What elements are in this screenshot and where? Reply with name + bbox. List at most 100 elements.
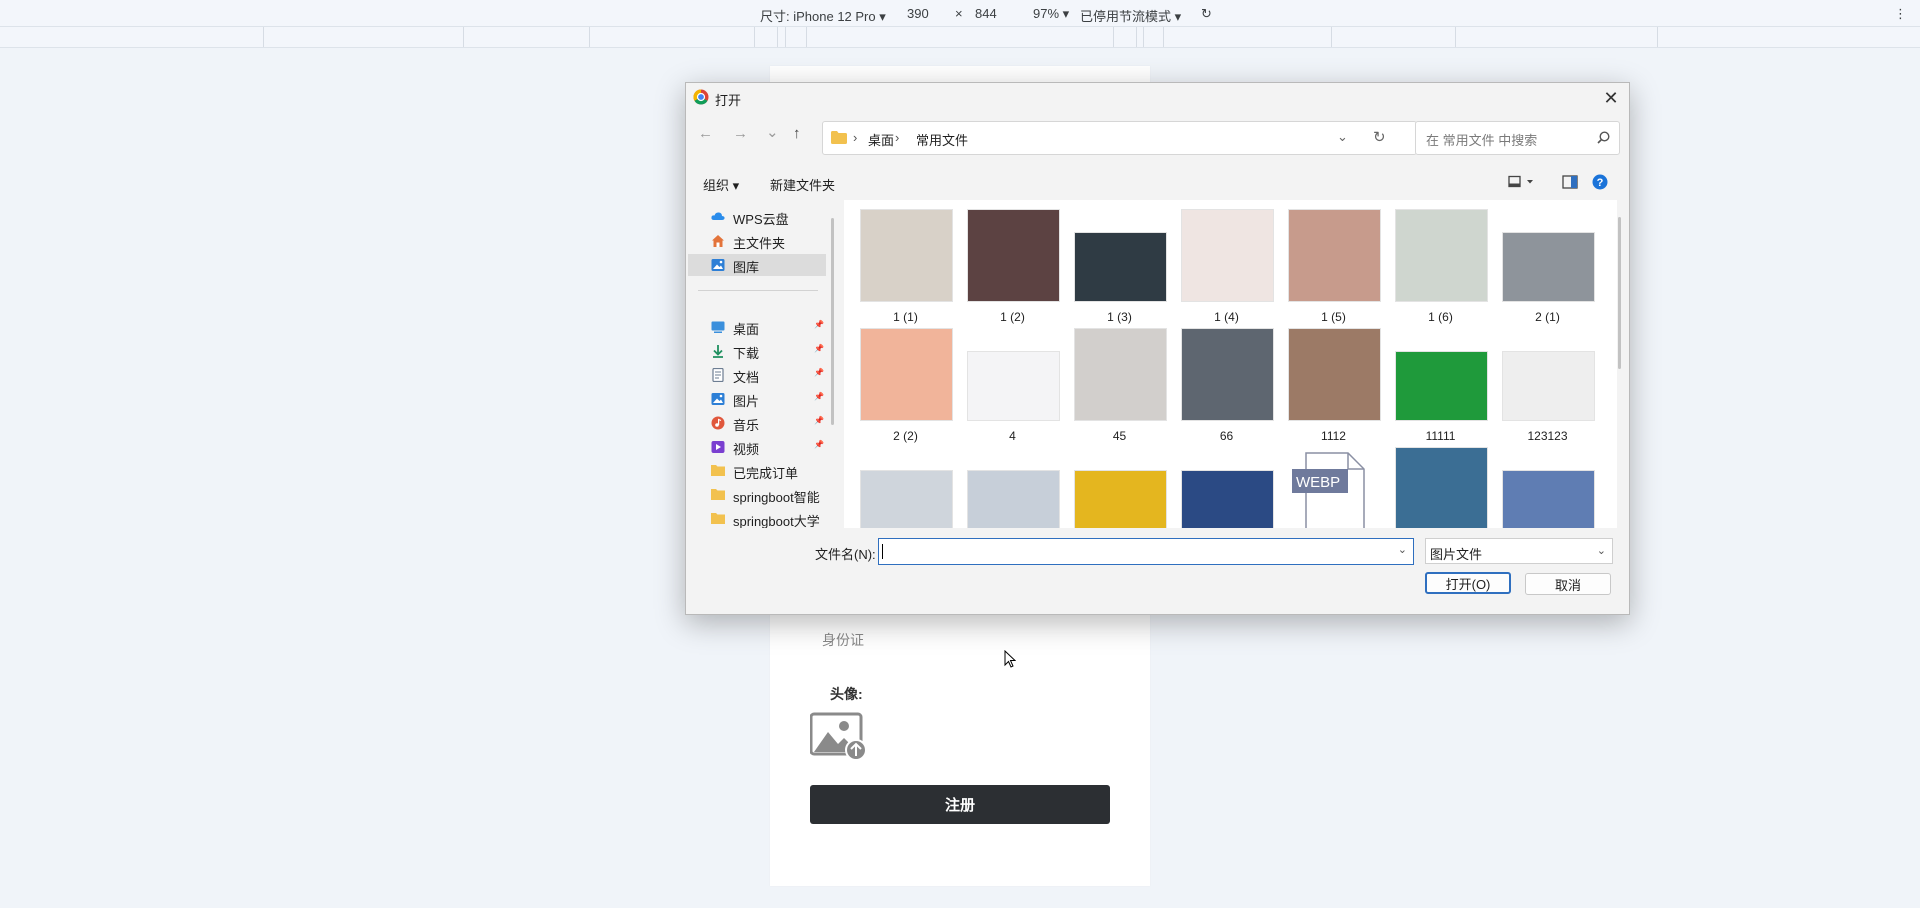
search-box[interactable]: 在 常用文件 中搜索	[1415, 121, 1620, 155]
open-button[interactable]: 打开(O)	[1425, 572, 1511, 594]
file-name: 123123	[1527, 429, 1568, 443]
file-item[interactable]	[1379, 446, 1488, 528]
sidebar-item[interactable]: 图片 📌	[688, 388, 826, 410]
preview-pane-icon[interactable]	[1562, 175, 1578, 189]
basketball-team-photo	[1074, 470, 1167, 528]
sidebar-item[interactable]: 下载 📌	[688, 340, 826, 362]
file-item[interactable]: 4	[951, 327, 1060, 445]
sidebar-item-label: springboot智能	[733, 490, 820, 505]
dialog-titlebar: 打开 ✕	[686, 83, 1629, 113]
cancel-button[interactable]: 取消	[1525, 573, 1611, 595]
text-caret	[882, 544, 883, 559]
shopping-cart-photo	[1502, 351, 1595, 421]
file-item[interactable]: 1112	[1272, 327, 1381, 445]
folder-icon	[831, 131, 847, 144]
file-item[interactable]: 66	[1165, 327, 1274, 445]
device-dimensions-dropdown[interactable]: 尺寸: iPhone 12 Pro ▾	[760, 6, 886, 25]
back-arrow-icon[interactable]: ←	[698, 125, 713, 142]
sidebar-item-label: 视频	[733, 442, 760, 457]
image-upload-icon[interactable]	[810, 712, 868, 762]
home-icon	[711, 234, 725, 248]
rotate-icon[interactable]: ↻	[1201, 6, 1212, 22]
sidebar-item-label: 桌面	[733, 322, 760, 337]
mouse-cursor-icon	[1004, 650, 1016, 668]
dimension-times: ×	[955, 6, 963, 21]
sidebar-item[interactable]: springboot智能	[688, 484, 826, 506]
file-item[interactable]: 11111	[1379, 327, 1488, 445]
file-name: 11111	[1425, 429, 1456, 443]
file-item[interactable]	[844, 446, 953, 528]
close-icon[interactable]: ✕	[1599, 86, 1623, 110]
man-photo	[1181, 328, 1274, 421]
sidebar-item[interactable]: springboot大学	[688, 508, 826, 528]
cat-photo	[860, 209, 953, 302]
file-item[interactable]	[1486, 446, 1595, 528]
file-item[interactable]: 45	[1058, 327, 1167, 445]
breadcrumb-common-files[interactable]: 常用文件	[916, 130, 968, 149]
file-grid-scrollbar[interactable]	[1618, 217, 1621, 369]
sidebar-item-label: springboot大学	[733, 514, 820, 528]
file-grid: 1 (1) 1 (2) 1 (3) 1 (4) 1 (5) 1 (6) 2 (1) 2 (2)…	[844, 200, 1617, 528]
file-name: 2 (2)	[893, 429, 918, 443]
ship-photo	[1395, 447, 1488, 528]
filename-input[interactable]: ⌄	[878, 538, 1414, 565]
recent-locations-chevron-icon[interactable]: ⌄	[766, 123, 779, 141]
file-item[interactable]: 1 (1)	[844, 208, 953, 326]
up-arrow-icon[interactable]: ↑	[793, 125, 801, 142]
id-card-field[interactable]: 身份证	[822, 630, 864, 650]
file-item[interactable]: 1 (3)	[1058, 208, 1167, 326]
breadcrumb-separator: ›	[895, 130, 900, 145]
download-icon	[711, 344, 725, 358]
file-item[interactable]: 1 (5)	[1272, 208, 1381, 326]
sidebar-item-label: 文档	[733, 370, 760, 385]
device-width-input[interactable]: 390	[907, 6, 929, 21]
hospital-room-photo	[1502, 470, 1595, 528]
chevron-down-icon[interactable]: ⌄	[1597, 544, 1606, 557]
refresh-icon[interactable]: ↻	[1373, 128, 1386, 146]
file-name: 1 (1)	[893, 310, 918, 324]
chevron-down-icon[interactable]: ⌄	[1398, 543, 1407, 556]
search-input[interactable]: 在 常用文件 中搜索	[1426, 130, 1537, 149]
new-folder-button[interactable]: 新建文件夹	[770, 175, 835, 194]
file-item[interactable]	[1165, 446, 1274, 528]
media-query-ruler	[0, 26, 1920, 48]
device-height-input[interactable]: 844	[975, 6, 997, 21]
view-options-icon[interactable]	[1508, 175, 1536, 189]
filetype-value: 图片文件	[1430, 547, 1483, 562]
file-item[interactable]: 1 (6)	[1379, 208, 1488, 326]
more-options-icon[interactable]: ⋮	[1894, 6, 1907, 22]
sidebar-item[interactable]: 已完成订单	[688, 460, 826, 482]
peach-photo	[860, 328, 953, 421]
navigation-pane-scrollbar[interactable]	[831, 218, 834, 425]
sidebar-item[interactable]: 图库	[688, 254, 826, 276]
file-item[interactable]: 1 (2)	[951, 208, 1060, 326]
sidebar-item[interactable]: 文档 📌	[688, 364, 826, 386]
file-item[interactable]: 2 (1)	[1486, 208, 1595, 326]
file-item[interactable]: 123123	[1486, 327, 1595, 445]
address-history-chevron-icon[interactable]: ⌄	[1337, 129, 1348, 145]
sidebar-item-label: 已完成订单	[733, 466, 799, 481]
file-item[interactable]: 2 (2)	[844, 327, 953, 445]
folder-icon	[711, 464, 725, 478]
search-icon[interactable]	[1597, 131, 1610, 144]
zoom-dropdown[interactable]: 97% ▾	[1033, 6, 1069, 22]
register-button[interactable]: 注册	[810, 785, 1110, 824]
file-item[interactable]	[1058, 446, 1167, 528]
throttle-dropdown[interactable]: 已停用节流模式 ▾	[1080, 6, 1181, 25]
sidebar-item[interactable]: 音乐 📌	[688, 412, 826, 434]
file-item[interactable]: WEBP	[1272, 446, 1379, 528]
address-bar[interactable]: › 桌面 › 常用文件 ⌄ ↻	[822, 121, 1417, 155]
breadcrumb-desktop[interactable]: 桌面	[868, 130, 894, 149]
file-item[interactable]	[951, 446, 1060, 528]
sidebar-item[interactable]: 主文件夹	[688, 230, 826, 252]
forward-arrow-icon[interactable]: →	[733, 125, 748, 142]
sidebar-item[interactable]: 桌面 📌	[688, 316, 826, 338]
sidebar-item[interactable]: WPS云盘	[688, 206, 826, 228]
file-item[interactable]: 1 (4)	[1165, 208, 1274, 326]
sidebar-item[interactable]: 视频 📌	[688, 436, 826, 458]
pictures-icon	[711, 392, 725, 406]
help-icon[interactable]: ?	[1592, 174, 1608, 190]
organize-menu[interactable]: 组织 ▾	[703, 175, 739, 194]
filetype-select[interactable]: 图片文件 ⌄	[1425, 538, 1613, 564]
file-name: 1 (3)	[1107, 310, 1132, 324]
